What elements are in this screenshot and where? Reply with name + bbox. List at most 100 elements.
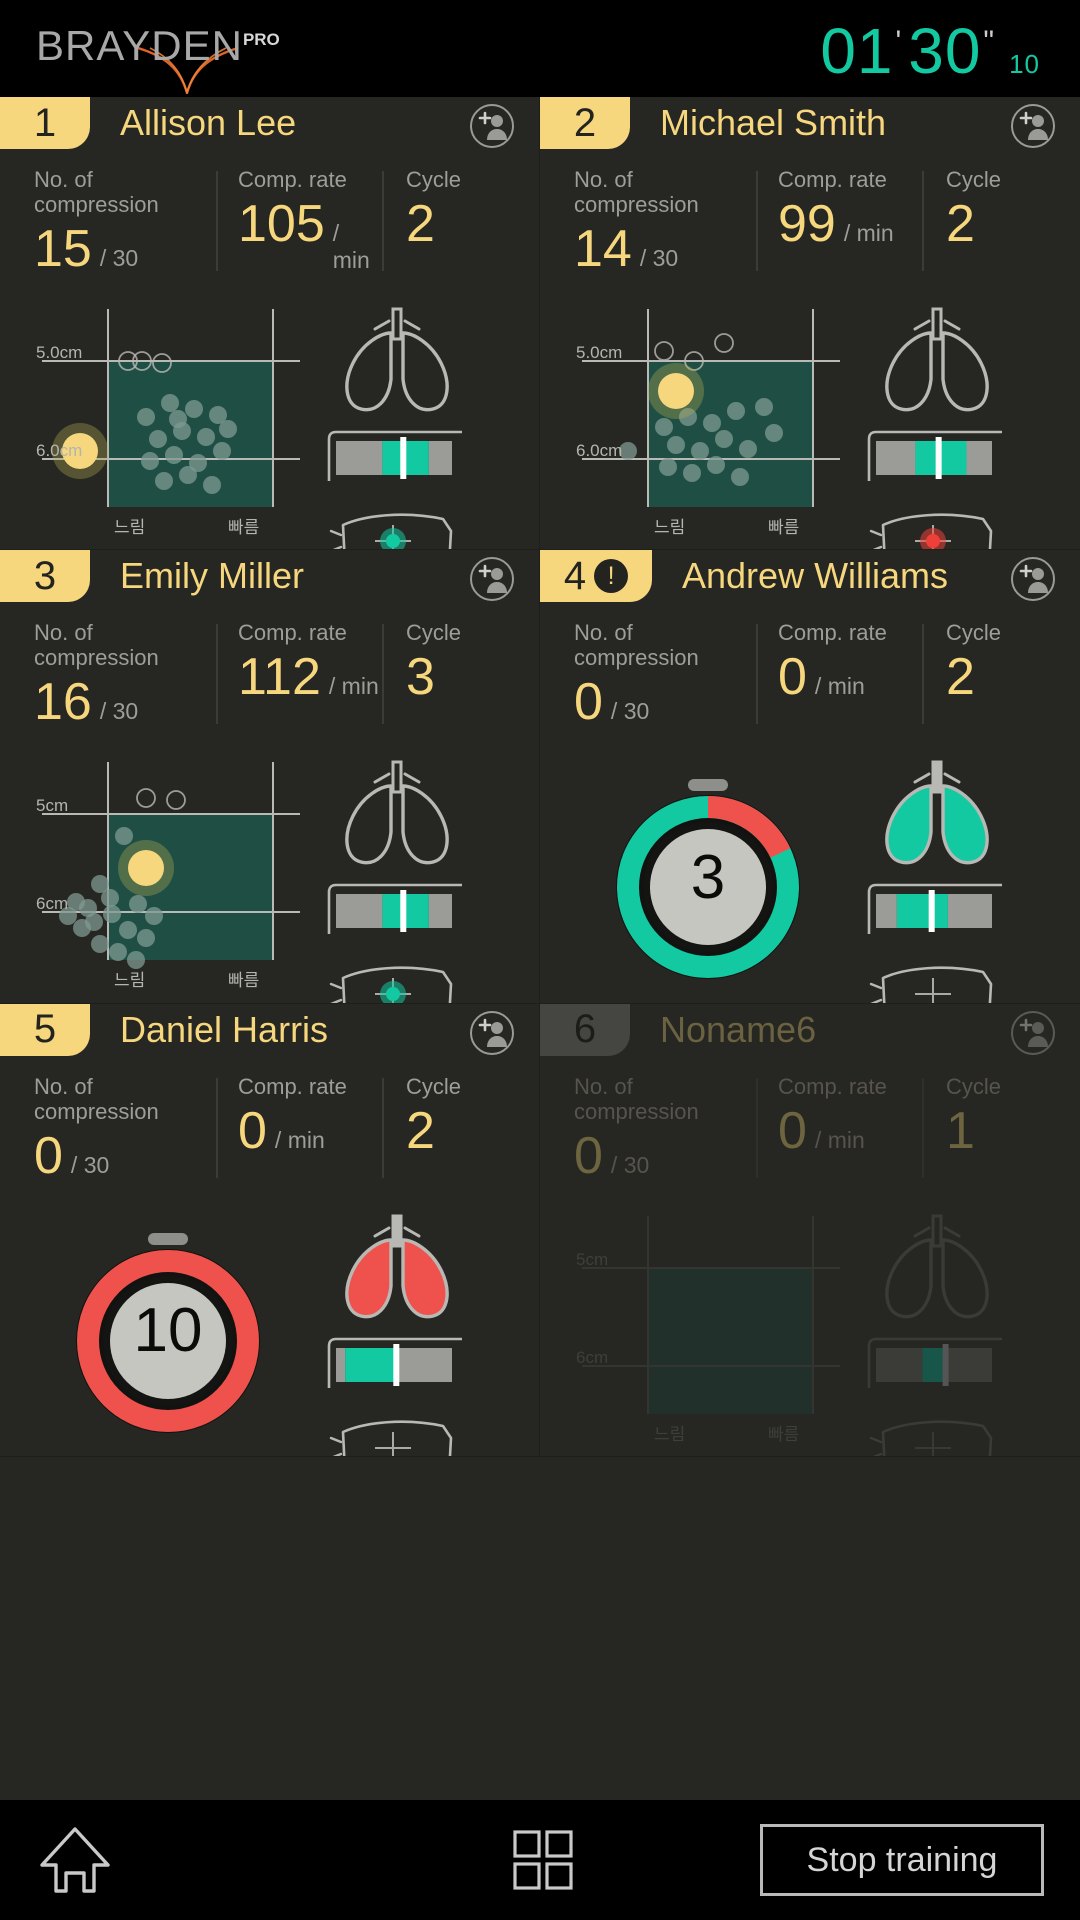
metric-label: Cycle <box>946 620 1002 646</box>
metrics-row: No. of compression 15 / 30 Comp. rate 105… <box>0 163 539 275</box>
hand-position-icon <box>329 966 453 1003</box>
countdown-area: 3 <box>568 752 848 1002</box>
add-user-icon[interactable] <box>1010 1010 1056 1056</box>
metrics-row: No. of compression 0 / 30 Comp. rate 0 / … <box>540 616 1080 728</box>
metric-comp-rate: Comp. rate 99 / min <box>756 163 922 275</box>
metric-value: 99 <box>778 195 836 253</box>
metric-cycle: Cycle 2 <box>922 163 1042 275</box>
compression-plot-area: 5cm 6cm 느림 빠름 <box>28 752 308 1002</box>
bottom-nav-bar: Stop training <box>0 1800 1080 1920</box>
compression-scatter-plot <box>582 309 840 507</box>
metric-value: 16 <box>34 673 92 732</box>
feedback-icons <box>862 752 1012 1003</box>
patient-name: Emily Miller <box>120 555 304 597</box>
compression-scatter-plot <box>42 309 300 507</box>
lungs-icon <box>345 307 449 412</box>
metrics-row: No. of compression 0 / 30 Comp. rate 0 / … <box>0 1070 539 1182</box>
metrics-row: No. of compression 14 / 30 Comp. rate 99 … <box>540 163 1080 275</box>
add-user-icon[interactable] <box>1010 103 1056 149</box>
patient-card-header: 2 Michael Smith <box>540 97 1080 159</box>
axis-label-depth-upper: 5.0cm <box>36 343 83 362</box>
add-user-icon[interactable] <box>469 1010 515 1056</box>
metric-value: 0 <box>238 1101 267 1160</box>
patient-card-body: 5cm 6cm 느림 빠름 <box>540 1206 1080 1456</box>
metric-unit: / min <box>814 1126 865 1153</box>
metric-label: No. of compression <box>34 167 159 217</box>
metric-value: 15 <box>34 220 92 278</box>
ventilation-volume-bar <box>867 884 1002 935</box>
patient-number: 5 <box>33 1007 57 1052</box>
metric-unit: / 30 <box>70 1151 110 1178</box>
grid-view-icon[interactable] <box>512 1829 574 1891</box>
patient-card[interactable]: 5 Daniel Harris No. of compression 0 / 30… <box>0 1003 540 1457</box>
axis-label-rate-fast: 빠름 <box>768 1424 800 1444</box>
patient-card[interactable]: 1 Allison Lee No. of compression 15 / 30 … <box>0 97 540 551</box>
metric-compressions: No. of compression 0 / 30 <box>34 1070 216 1182</box>
brand-logo: BRAYDENPRO <box>36 22 296 94</box>
patient-card-header: 1 Allison Lee <box>0 97 539 159</box>
axis-label-depth-upper: 5cm <box>36 796 69 816</box>
metric-cycle: Cycle 1 <box>922 1070 1042 1182</box>
add-user-icon[interactable] <box>469 103 515 149</box>
patient-number: 6 <box>573 1007 597 1052</box>
metric-value: 0 <box>574 673 603 732</box>
patient-card-body: 3 <box>540 752 1080 1003</box>
axis-label-depth-lower: 6cm <box>576 1347 609 1367</box>
metric-compressions: No. of compression 0 / 30 <box>574 616 756 728</box>
home-icon[interactable] <box>36 1823 114 1897</box>
hand-position-icon <box>869 1420 993 1456</box>
patient-number: 2 <box>573 100 597 145</box>
metric-label: Comp. rate <box>238 1073 347 1099</box>
metric-label: Cycle <box>406 1073 462 1099</box>
patient-card-body: 10 <box>0 1206 539 1456</box>
metric-comp-rate: Comp. rate 0 / min <box>756 1070 922 1182</box>
metric-value: 0 <box>778 1101 807 1160</box>
metric-label: Cycle <box>406 620 462 646</box>
axis-label-rate-slow: 느림 <box>114 971 146 991</box>
metric-value: 3 <box>406 648 435 707</box>
patient-card[interactable]: 6 Noname6 No. of compression 0 / 30 Comp.… <box>540 1003 1080 1457</box>
compression-scatter-plot <box>582 1215 840 1414</box>
feedback-icons <box>322 299 472 550</box>
patient-name: Noname6 <box>660 1008 817 1050</box>
metric-unit: / min <box>274 1126 325 1153</box>
metrics-row: No. of compression 0 / 30 Comp. rate 0 / … <box>540 1070 1080 1182</box>
ventilation-volume-bar <box>867 1337 1002 1388</box>
metric-value: 2 <box>946 648 975 707</box>
metric-cycle: Cycle 2 <box>922 616 1042 728</box>
patient-number-badge: 2 <box>540 97 630 149</box>
patient-card[interactable]: 4! Andrew Williams No. of compression 0 /… <box>540 550 1080 1004</box>
stop-training-button[interactable]: Stop training <box>760 1824 1044 1896</box>
add-user-icon[interactable] <box>469 556 515 602</box>
metric-label: No. of compression <box>574 620 699 671</box>
hand-position-icon <box>329 513 453 550</box>
patient-card-header: 6 Noname6 <box>540 1003 1080 1066</box>
metric-label: No. of compression <box>574 167 699 217</box>
brand-logo-text: BRAYDENPRO <box>36 22 280 69</box>
metric-unit: / 30 <box>610 698 650 725</box>
add-user-icon[interactable] <box>1010 556 1056 602</box>
patient-number: 1 <box>33 100 57 145</box>
metric-label: Comp. rate <box>238 620 347 646</box>
patient-card[interactable]: 2 Michael Smith No. of compression 14 / 3… <box>540 97 1080 551</box>
patient-name: Daniel Harris <box>120 1008 329 1050</box>
patient-card-body: 5cm 6cm 느림 빠름 <box>0 752 539 1003</box>
patient-card[interactable]: 3 Emily Miller No. of compression 16 / 30… <box>0 550 540 1004</box>
patient-number: 3 <box>33 553 57 598</box>
axis-label-depth-lower: 6cm <box>36 894 69 914</box>
compression-plot-area: 5.0cm 6.0cm 느림 빠름 <box>28 299 308 549</box>
metric-unit: / 30 <box>639 245 679 271</box>
metric-label: Comp. rate <box>778 167 887 192</box>
feedback-icons <box>322 1206 472 1456</box>
metric-value: 0 <box>574 1126 603 1185</box>
axis-label-rate-fast: 빠름 <box>228 971 260 991</box>
axis-label-rate-slow: 느림 <box>114 518 146 537</box>
patient-card-grid: 1 Allison Lee No. of compression 15 / 30 … <box>0 97 1080 1457</box>
feedback-icons <box>322 752 472 1003</box>
metric-label: Comp. rate <box>778 620 887 646</box>
compression-plot-area: 5.0cm 6.0cm 느림 빠름 <box>568 299 848 549</box>
metric-comp-rate: Comp. rate 105 / min <box>216 163 382 275</box>
metric-unit: / min <box>843 220 894 246</box>
patient-number-badge: 3 <box>0 550 90 603</box>
metric-compressions: No. of compression 15 / 30 <box>34 163 216 275</box>
